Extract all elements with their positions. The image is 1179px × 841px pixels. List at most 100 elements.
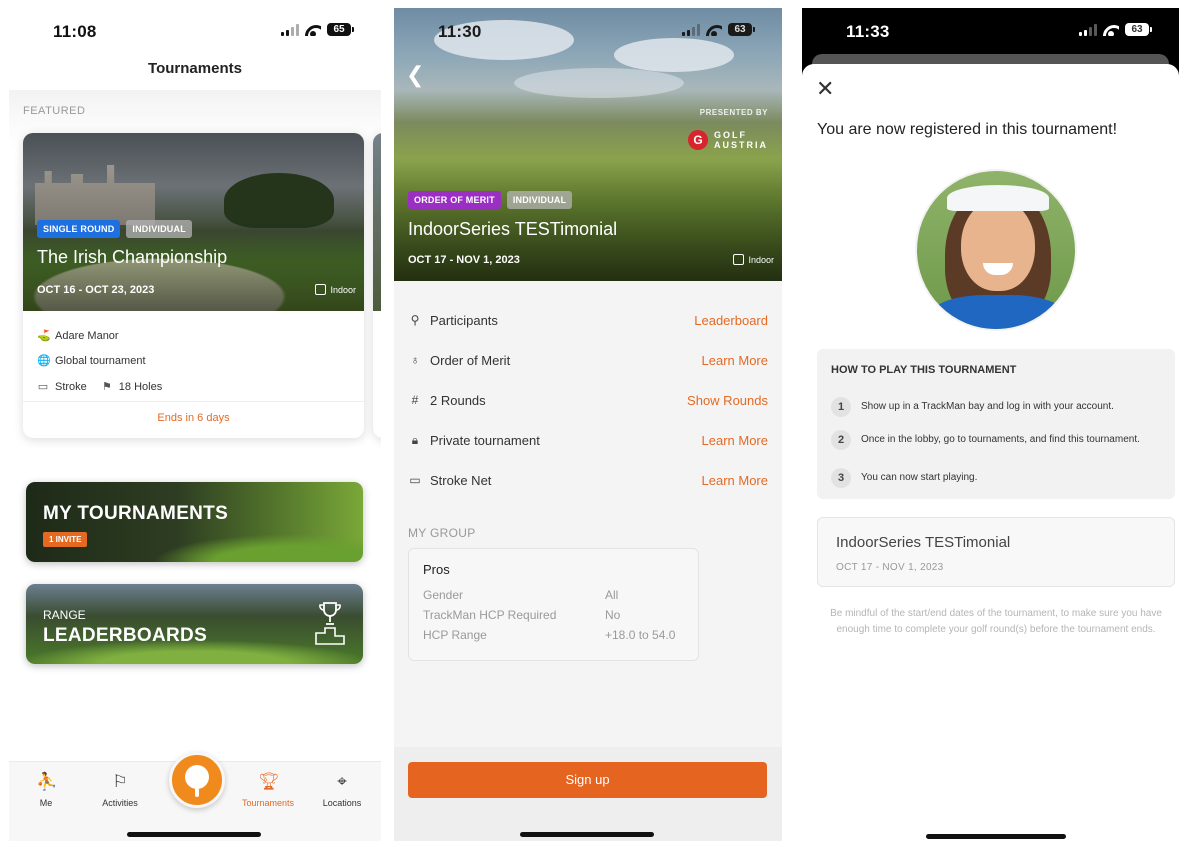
registration-sheet: ✕ You are now registered in this tournam… — [802, 64, 1179, 841]
venue-type: Indoor — [315, 284, 356, 295]
step-1: 1 Show up in a TrackMan bay and log in w… — [831, 397, 1161, 417]
tournament-name: IndoorSeries TESTimonial — [408, 219, 618, 239]
status-time: 11:33 — [846, 22, 890, 41]
registered-tournament-card[interactable]: IndoorSeries TESTimonial OCT 17 - NOV 1,… — [817, 517, 1175, 587]
rounds-label: 2 Rounds — [430, 393, 486, 408]
golf-austria-logo-icon: G — [688, 130, 708, 150]
tournament-info: ⛳ Adare Manor 🌐 Global tournament ▭ Stro… — [37, 323, 350, 400]
tab-locations[interactable]: ⌖ Locations — [312, 772, 372, 808]
tab-me[interactable]: ⛹ Me — [16, 772, 76, 808]
tee-icon — [195, 788, 199, 797]
venue-type-label: Indoor — [330, 284, 356, 295]
tag-order-of-merit: ORDER OF MERIT — [408, 191, 501, 209]
status-time: 11:30 — [438, 22, 482, 41]
trophy-icon: 🏆︎ — [258, 772, 280, 791]
tournament-dates: OCT 17 - NOV 1, 2023 — [836, 562, 944, 573]
sign-up-button[interactable]: Sign up — [408, 762, 767, 798]
home-indicator — [520, 832, 654, 837]
scope-row: 🌐 Global tournament — [37, 349, 350, 375]
medal-icon: ♁ — [410, 353, 420, 367]
order-of-merit-label: Order of Merit — [430, 353, 511, 368]
stroke-net-label: Stroke Net — [430, 473, 492, 488]
avatar-face — [961, 199, 1035, 291]
my-tournaments-banner[interactable]: MY TOURNAMENTS 1 INVITE — [26, 482, 363, 562]
tournament-details-list: ⚲ Participants Leaderboard ♁ Order of Me… — [408, 313, 768, 513]
battery-level: 65 — [333, 24, 345, 35]
group-hcp-required-row: TrackMan HCP Required No — [423, 608, 684, 628]
gender-value: All — [605, 588, 619, 602]
tab-tournaments-label: Tournaments — [241, 798, 295, 808]
holes-label: 18 Holes — [118, 380, 163, 393]
close-icon[interactable]: ✕ — [816, 78, 834, 100]
step-text: Once in the lobby, go to tournaments, an… — [861, 434, 1140, 445]
status-icons: 63 — [682, 23, 755, 36]
back-chevron-icon[interactable]: ❮ — [406, 62, 424, 88]
participants-row: ⚲ Participants Leaderboard — [408, 313, 768, 353]
featured-tournament-card[interactable]: SINGLE ROUND INDIVIDUAL The Irish Champi… — [23, 133, 364, 438]
tournament-dates: OCT 16 - OCT 23, 2023 — [37, 284, 155, 296]
play-golf-button[interactable] — [169, 752, 225, 808]
format-row: ▭ Stroke ⚑ 18 Holes — [37, 374, 350, 400]
battery-level: 63 — [1131, 24, 1143, 35]
home-indicator — [926, 834, 1066, 839]
ends-countdown: Ends in 6 days — [157, 412, 230, 424]
stroke-net-row: ▭ Stroke Net Learn More — [408, 473, 768, 513]
leaderboard-link[interactable]: Leaderboard — [694, 313, 768, 328]
participants-label: Participants — [430, 313, 498, 328]
range-label: RANGE — [43, 608, 86, 622]
group-title: Pros — [423, 562, 450, 577]
private-tournament-row: 🔒︎ Private tournament Learn More — [408, 433, 768, 473]
private-tournament-label: Private tournament — [430, 433, 540, 448]
presented-by-label: PRESENTED BY — [699, 108, 768, 117]
step-number: 2 — [831, 430, 851, 450]
avatar-visor — [947, 185, 1049, 211]
order-of-merit-learn-more-link[interactable]: Learn More — [702, 353, 768, 368]
hash-icon: # — [411, 393, 419, 407]
podium-trophy-icon — [315, 602, 345, 645]
sponsor-name: GOLF AUSTRIA — [714, 130, 768, 150]
wifi-icon — [706, 24, 722, 36]
leaderboards-label: LEADERBOARDS — [43, 625, 208, 646]
tab-activities[interactable]: ⚐ Activities — [90, 772, 150, 808]
status-time: 11:08 — [53, 22, 97, 41]
tab-locations-label: Locations — [322, 798, 362, 808]
card-divider — [23, 401, 364, 402]
group-gender-row: Gender All — [423, 588, 684, 608]
scorecard-icon: ▭ — [409, 473, 421, 487]
course-row: ⛳ Adare Manor — [37, 323, 350, 349]
battery-icon: 63 — [728, 23, 755, 36]
hcp-range-key: HCP Range — [423, 628, 487, 642]
tournament-dates: OCT 17 - NOV 1, 2023 — [408, 254, 520, 266]
registration-title: You are now registered in this tournamen… — [817, 121, 1118, 138]
step-text: You can now start playing. — [861, 472, 978, 483]
step-3: 3 You can now start playing. — [831, 468, 1161, 488]
next-featured-card[interactable] — [373, 133, 381, 438]
tree-illustration — [224, 173, 334, 228]
tab-bar: ⛹ Me ⚐ Activities 🏆︎ Tournaments ⌖ Locat… — [9, 752, 381, 841]
home-indicator — [127, 832, 261, 837]
step-number: 3 — [831, 468, 851, 488]
tournaments-content: FEATURED SINGLE ROUND INDIVIDUAL The Iri… — [9, 90, 381, 761]
private-learn-more-link[interactable]: Learn More — [702, 433, 768, 448]
show-rounds-link[interactable]: Show Rounds — [687, 393, 768, 408]
hcp-required-value: No — [605, 608, 621, 622]
tag-individual: INDIVIDUAL — [126, 220, 192, 238]
participants-icon: ⚲ — [410, 313, 420, 327]
tournament-tags: ORDER OF MERIT INDIVIDUAL — [408, 191, 573, 209]
stroke-net-learn-more-link[interactable]: Learn More — [702, 473, 768, 488]
how-to-play-title: HOW TO PLAY THIS TOURNAMENT — [831, 364, 1017, 376]
scope-label: Global tournament — [55, 355, 146, 368]
group-hcp-range-row: HCP Range +18.0 to 54.0 — [423, 628, 684, 648]
signal-icon — [1079, 23, 1097, 36]
battery-icon: 65 — [327, 23, 354, 36]
tag-single-round: SINGLE ROUND — [37, 220, 121, 238]
group-attributes: Gender All TrackMan HCP Required No HCP … — [423, 588, 684, 648]
venue-type-label: Indoor — [748, 254, 774, 265]
range-leaderboards-banner[interactable]: RANGE LEADERBOARDS — [26, 584, 363, 664]
my-tournaments-title: MY TOURNAMENTS — [43, 503, 229, 524]
tab-tournaments[interactable]: 🏆︎ Tournaments — [238, 772, 298, 808]
signal-icon — [682, 23, 700, 36]
sponsor-logo: G GOLF AUSTRIA — [688, 130, 768, 150]
castle-illustration — [35, 165, 155, 225]
status-bar: 11:08 65 — [9, 8, 381, 54]
